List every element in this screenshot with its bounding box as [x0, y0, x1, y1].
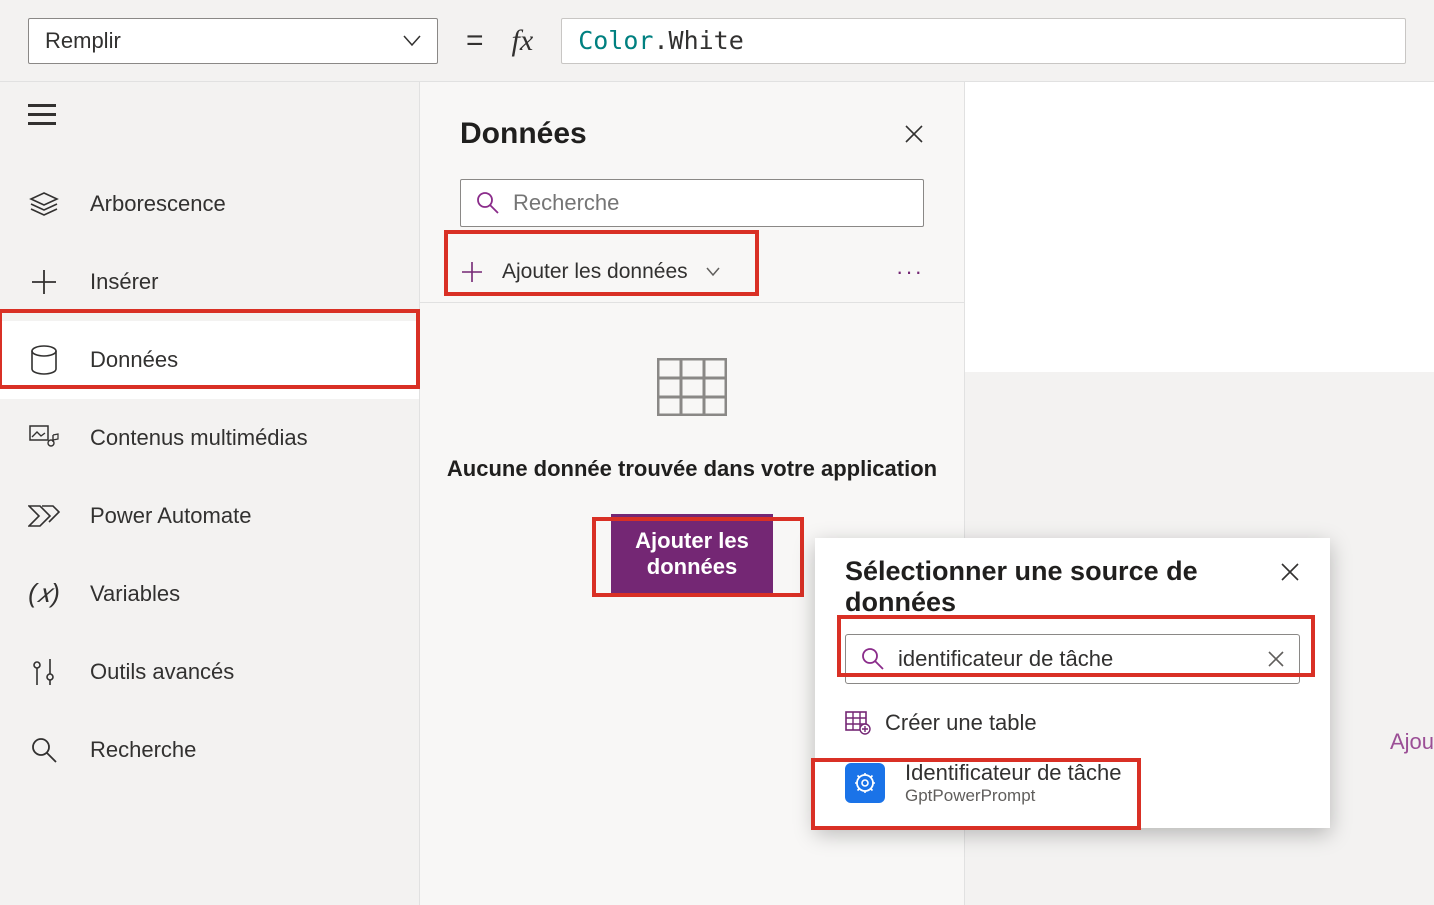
hamburger-icon[interactable]	[28, 104, 60, 125]
plus-icon	[28, 266, 60, 298]
tools-icon	[28, 656, 60, 688]
rail-item-label: Recherche	[90, 737, 196, 763]
fx-icon: fx	[512, 24, 534, 58]
canvas-screen[interactable]	[965, 82, 1434, 372]
property-dropdown[interactable]: Remplir	[28, 18, 438, 64]
data-source-result[interactable]: Identificateur de tâche GptPowerPrompt	[815, 748, 1330, 818]
rail-item-label: Contenus multimédias	[90, 425, 308, 451]
clear-icon[interactable]	[1267, 650, 1285, 668]
media-icon	[28, 422, 60, 454]
flyout-title: Sélectionner une source de données	[845, 556, 1215, 618]
ai-builder-icon	[845, 763, 885, 803]
data-search-input[interactable]	[460, 179, 924, 227]
property-name: Remplir	[45, 28, 121, 54]
rail-item-label: Outils avancés	[90, 659, 234, 685]
database-icon	[28, 344, 60, 376]
empty-state-text: Aucune donnée trouvée dans votre applica…	[447, 456, 937, 482]
rail-item-label: Données	[90, 347, 178, 373]
table-add-icon	[845, 711, 871, 735]
close-icon[interactable]	[904, 124, 924, 144]
search-icon	[28, 734, 60, 766]
plus-icon	[460, 260, 484, 284]
rail-item-data[interactable]: Données	[0, 321, 419, 399]
create-table-button[interactable]: Créer une table	[815, 698, 1330, 748]
close-icon[interactable]	[1280, 562, 1300, 582]
rail-item-insert[interactable]: Insérer	[0, 243, 419, 321]
search-icon	[475, 190, 501, 216]
rail-item-tree[interactable]: Arborescence	[0, 165, 419, 243]
chevron-down-icon	[403, 35, 421, 47]
table-icon	[657, 358, 727, 416]
rail-item-label: Variables	[90, 581, 180, 607]
flyout-search-field[interactable]	[898, 646, 1255, 672]
equals-sign: =	[466, 24, 484, 58]
formula-bar: Remplir = fx Color.White	[0, 0, 1434, 82]
flow-icon	[28, 500, 60, 532]
add-data-label: Ajouter les données	[502, 260, 688, 284]
rail-item-label: Power Automate	[90, 503, 251, 529]
add-data-button[interactable]: Ajouter les données	[460, 260, 720, 284]
rail-item-label: Arborescence	[90, 191, 226, 217]
formula-token-type: Color	[578, 26, 653, 55]
rail-item-advanced[interactable]: Outils avancés	[0, 633, 419, 711]
flyout-search[interactable]	[845, 634, 1300, 684]
layers-icon	[28, 188, 60, 220]
formula-token-member: White	[669, 26, 744, 55]
rail-item-media[interactable]: Contenus multimédias	[0, 399, 419, 477]
formula-input[interactable]: Color.White	[561, 18, 1406, 64]
result-subtitle: GptPowerPrompt	[905, 786, 1121, 806]
search-icon	[860, 646, 886, 672]
left-rail: Arborescence Insérer Données Contenus mu…	[0, 82, 420, 905]
data-source-flyout: Sélectionner une source de données Créer…	[815, 538, 1330, 828]
canvas-hint: Ajou	[1390, 729, 1434, 755]
more-menu-button[interactable]: ···	[896, 259, 924, 285]
chevron-down-icon	[706, 267, 720, 277]
variable-icon: (𝑥)	[28, 578, 60, 610]
data-panel-title: Données	[460, 117, 587, 151]
rail-item-variables[interactable]: (𝑥) Variables	[0, 555, 419, 633]
rail-item-search[interactable]: Recherche	[0, 711, 419, 789]
create-table-label: Créer une table	[885, 710, 1037, 736]
rail-item-automate[interactable]: Power Automate	[0, 477, 419, 555]
data-search-field[interactable]	[513, 190, 909, 216]
formula-token-dot: .	[653, 26, 668, 55]
add-data-cta[interactable]: Ajouter les données	[611, 514, 773, 595]
rail-item-label: Insérer	[90, 269, 158, 295]
result-name: Identificateur de tâche	[905, 760, 1121, 786]
